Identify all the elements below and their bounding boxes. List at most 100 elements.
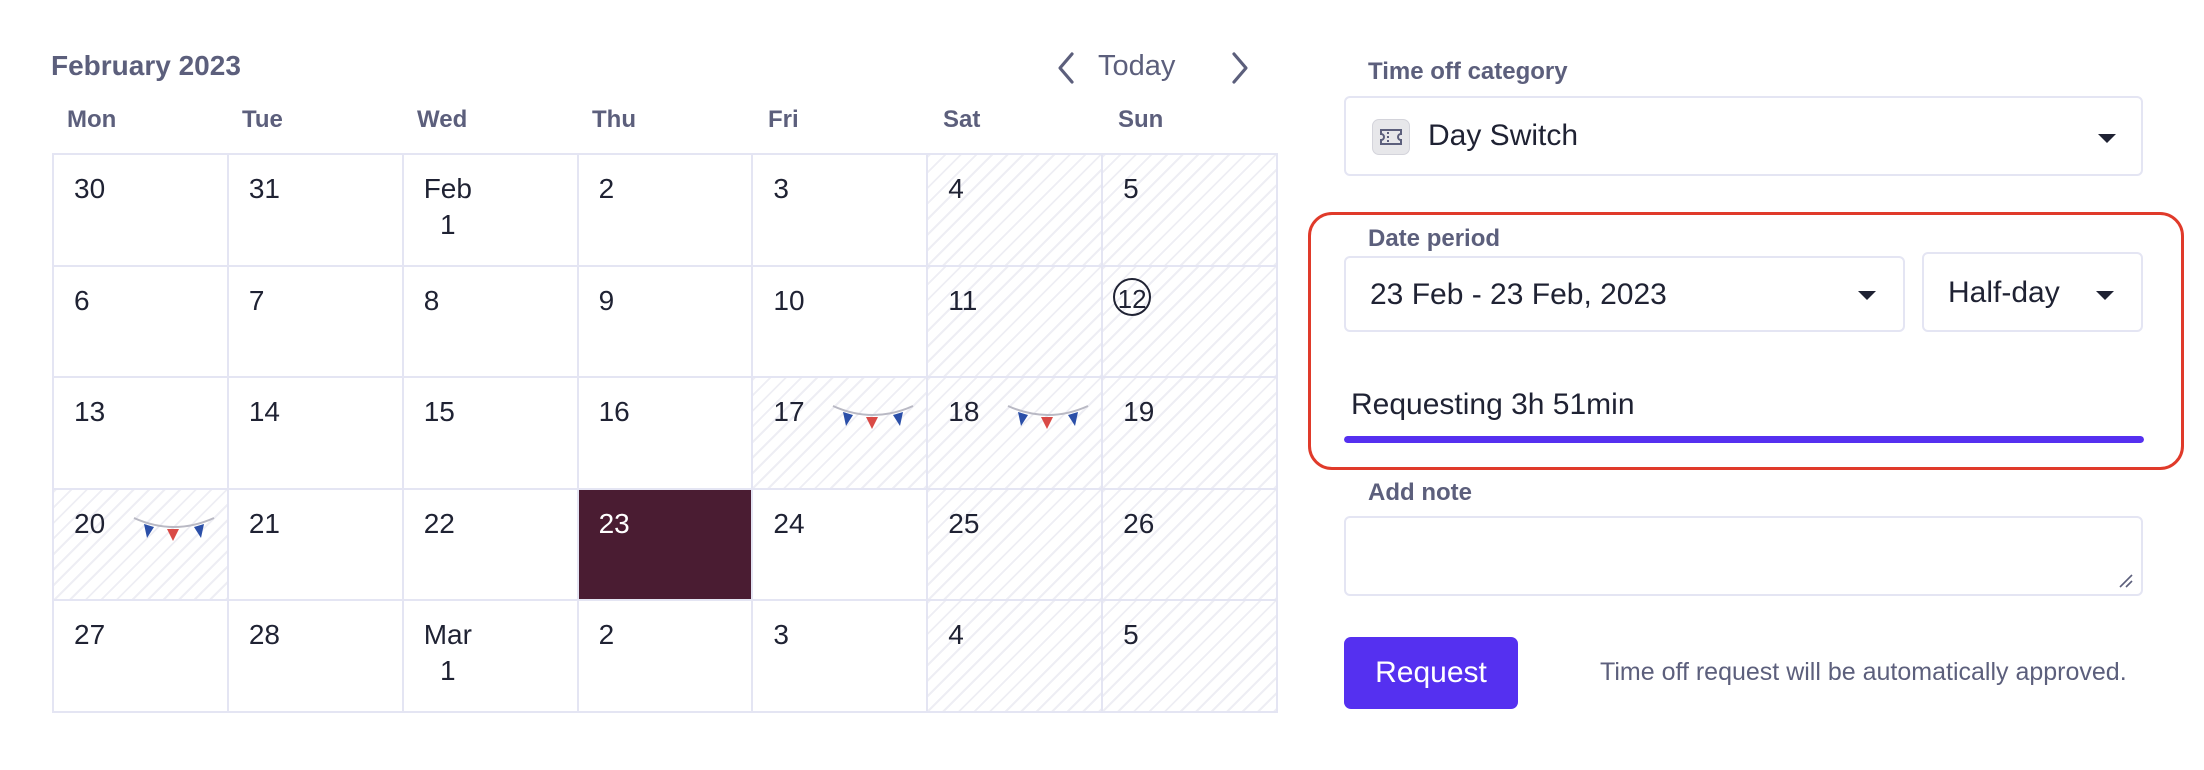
calendar-day[interactable]: 5 (1103, 155, 1278, 267)
chevron-right-icon (1232, 52, 1248, 84)
day-number: 27 (74, 619, 106, 651)
day-number: 31 (248, 173, 280, 204)
calendar-day[interactable]: 15 (403, 378, 579, 490)
date-period-select[interactable]: 23 Feb - 23 Feb, 2023 (1344, 256, 1905, 332)
calendar-grid: 30 31 Feb 1 2 3 4 5 6 7 8 9 10 11 12 13 14 15 16 17 18 19 20 2… (52, 153, 1278, 713)
calendar-day[interactable]: 3 (753, 155, 929, 267)
duration-value: Half-day (1948, 276, 2060, 309)
calendar-day[interactable]: 17 (753, 378, 929, 490)
calendar-day[interactable]: 4 (928, 601, 1104, 713)
day-number: 7 (248, 284, 265, 316)
day-number: Feb 1 (423, 173, 472, 240)
weekday-label: Mon (67, 106, 117, 133)
month-title: February 2023 (51, 50, 241, 81)
duration-select[interactable]: Half-day (1922, 252, 2143, 332)
weekday-label: Sun (1118, 106, 1164, 133)
category-label: Time off category (1368, 58, 1568, 85)
day-number: 30 (74, 173, 106, 204)
calendar-day-selected[interactable]: 23 (578, 489, 754, 602)
calendar-day[interactable]: 22 (403, 489, 579, 602)
calendar-day[interactable]: 11 (928, 266, 1104, 379)
weekday-label: Fri (768, 106, 799, 133)
today-button[interactable]: Today (1098, 50, 1175, 83)
requesting-progress-bar (1344, 436, 2144, 443)
day-number: 19 (1123, 396, 1155, 428)
chevron-down-icon (2098, 134, 2116, 143)
chevron-down-icon (1858, 291, 1876, 300)
calendar-day[interactable]: 28 (228, 601, 404, 713)
calendar-day[interactable]: 13 (54, 378, 229, 490)
day-number: 20 (74, 507, 106, 539)
day-number: 26 (1123, 507, 1155, 539)
day-number: 10 (773, 284, 805, 316)
bunting-flags-icon (132, 512, 216, 548)
calendar-day[interactable]: 30 (54, 155, 229, 267)
calendar-day[interactable]: 6 (54, 266, 229, 379)
day-number: 17 (773, 396, 805, 428)
today-day-number: 12 (1113, 277, 1152, 316)
day-number: 28 (248, 619, 280, 651)
calendar-day[interactable]: 27 (54, 601, 229, 713)
category-select[interactable]: Day Switch (1344, 96, 2143, 176)
day-number: 8 (423, 284, 440, 316)
calendar-day[interactable]: 26 (1103, 489, 1278, 602)
resize-handle-icon[interactable] (2117, 572, 2133, 588)
requesting-summary: Requesting 3h 51min (1351, 388, 1635, 421)
day-number: 4 (948, 173, 964, 204)
day-number: 18 (948, 396, 980, 428)
calendar-day[interactable]: 8 (403, 266, 579, 379)
calendar-day[interactable]: 24 (753, 489, 929, 602)
chevron-left-icon (1058, 52, 1074, 84)
calendar-day[interactable]: 10 (753, 266, 929, 379)
progress-fill (1344, 436, 2144, 443)
calendar-day[interactable]: Mar 1 (403, 601, 579, 713)
auto-approval-note: Time off request will be automatically a… (1600, 658, 2127, 686)
calendar-day[interactable]: 2 (578, 155, 754, 267)
weekday-label: Thu (592, 106, 636, 133)
weekday-label: Wed (417, 106, 468, 133)
calendar-day[interactable]: 31 (228, 155, 404, 267)
day-number: 3 (773, 173, 789, 204)
calendar-day[interactable]: 12 (1103, 266, 1278, 379)
day-number: 23 (598, 507, 630, 539)
chevron-down-icon (2096, 291, 2114, 300)
calendar-day[interactable]: 20 (54, 489, 229, 602)
weekday-label: Sat (943, 106, 981, 133)
calendar-day[interactable]: 19 (1103, 378, 1278, 490)
date-period-value: 23 Feb - 23 Feb, 2023 (1370, 278, 1667, 311)
ticket-icon (1372, 119, 1410, 155)
day-number: 11 (948, 284, 978, 316)
day-number: 2 (598, 619, 615, 651)
day-number: 2 (598, 173, 615, 204)
bunting-flags-icon (1006, 400, 1090, 436)
calendar-day[interactable]: 9 (578, 266, 754, 379)
calendar-day[interactable]: 16 (578, 378, 754, 490)
request-button[interactable]: Request (1344, 637, 1518, 709)
previous-month-button[interactable] (1050, 48, 1084, 88)
day-number: 14 (248, 396, 280, 428)
calendar-day[interactable]: 14 (228, 378, 404, 490)
day-number: 24 (773, 507, 805, 539)
calendar-day[interactable]: 5 (1103, 601, 1278, 713)
weekday-header: Mon Tue Wed Thu Fri Sat Sun (52, 106, 1279, 136)
day-number: 13 (74, 396, 106, 428)
day-number: 5 (1123, 173, 1139, 204)
next-month-button[interactable] (1222, 48, 1256, 88)
calendar-day[interactable]: 2 (578, 601, 754, 713)
day-number: 9 (598, 284, 615, 316)
day-number: 5 (1123, 619, 1139, 651)
weekday-label: Tue (242, 106, 283, 133)
calendar-day[interactable]: 18 (928, 378, 1104, 490)
calendar-day[interactable]: 3 (753, 601, 929, 713)
calendar-day[interactable]: 25 (928, 489, 1104, 602)
category-value: Day Switch (1428, 119, 1579, 152)
calendar-day[interactable]: 21 (228, 489, 404, 602)
calendar-day[interactable]: 4 (928, 155, 1104, 267)
calendar-day[interactable]: Feb 1 (403, 155, 579, 267)
calendar-day[interactable]: 7 (228, 266, 404, 379)
note-textarea[interactable] (1344, 516, 2143, 596)
day-number: Mar 1 (423, 619, 472, 687)
day-number: 21 (248, 507, 280, 539)
day-number: 15 (423, 396, 455, 428)
day-number: 4 (948, 619, 964, 651)
